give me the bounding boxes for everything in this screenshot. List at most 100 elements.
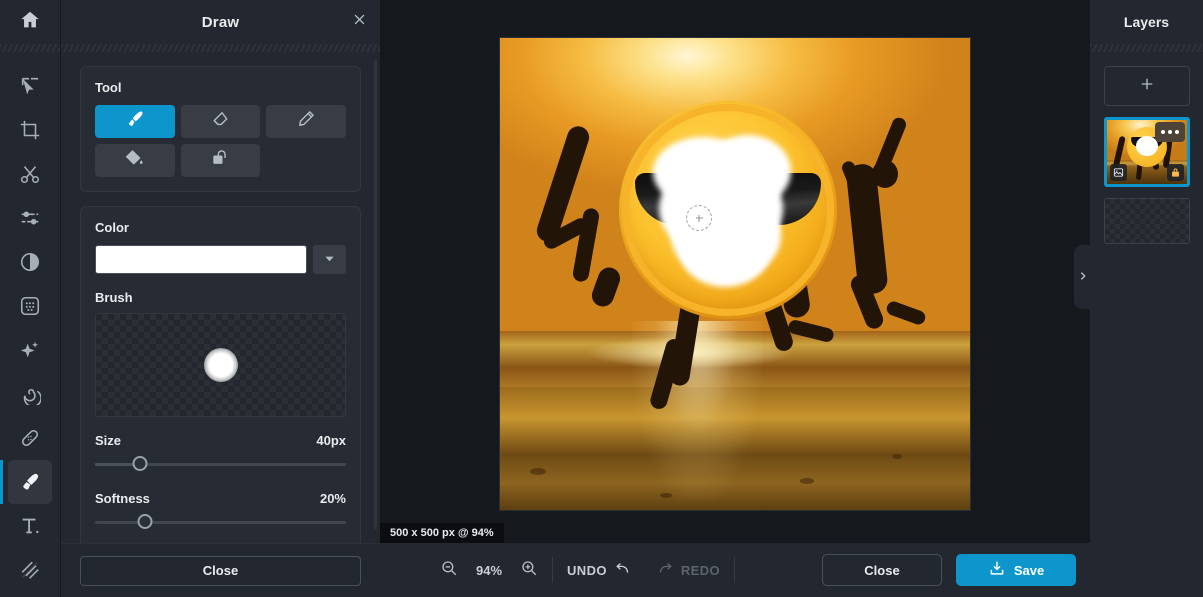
tool-pencil-button[interactable] — [266, 105, 346, 138]
sand-speck — [660, 493, 672, 498]
size-row: Size 40px — [95, 433, 346, 448]
sidebar-item-swirl[interactable] — [8, 372, 52, 416]
canvas-status-badge: 500 x 500 px @ 94% — [380, 523, 504, 543]
sparkle-icon — [19, 339, 41, 361]
brush-preview-dot — [203, 348, 238, 382]
panel-scrollbar[interactable] — [374, 60, 377, 530]
size-slider-thumb[interactable] — [132, 456, 148, 471]
sand-speck — [800, 478, 814, 484]
paint-stroke — [705, 135, 791, 207]
home-icon — [19, 9, 41, 36]
save-button[interactable]: Save — [956, 554, 1076, 586]
sidebar-item-effects[interactable] — [8, 328, 52, 372]
eraser-icon — [210, 109, 230, 134]
bandage-icon — [19, 427, 41, 449]
sidebar-item-heal[interactable] — [8, 416, 52, 460]
sliders-icon — [19, 207, 41, 229]
draw-panel-header: Draw — [61, 0, 380, 44]
softness-value: 20% — [319, 491, 346, 506]
layers-title: Layers — [1123, 14, 1170, 30]
close-icon — [352, 12, 367, 32]
sand-speck — [892, 454, 902, 459]
layers-panel: Layers — [1074, 0, 1203, 597]
sidebar-item-draw[interactable] — [0, 460, 52, 504]
color-brush-section: Color Brush Size 40px Softness 20% — [80, 206, 361, 543]
brush-cursor-icon — [686, 205, 712, 231]
panel-divider — [61, 44, 380, 52]
rail-divider — [0, 44, 60, 52]
more-dots-icon[interactable] — [1154, 122, 1185, 142]
image-canvas[interactable] — [500, 38, 970, 510]
sidebar-item-cut[interactable] — [8, 152, 52, 196]
chevron-down-icon — [324, 251, 335, 269]
panel-close-button[interactable]: Close — [80, 555, 361, 586]
sidebar-item-contrast[interactable] — [8, 240, 52, 284]
sidebar-item-pixelate[interactable] — [8, 284, 52, 328]
undo-button[interactable]: UNDO — [567, 560, 631, 580]
brush-icon — [19, 471, 41, 493]
layers-collapse-button[interactable] — [1074, 245, 1091, 309]
tool-shape-button[interactable] — [180, 144, 261, 177]
cancel-button[interactable]: Close — [822, 554, 942, 586]
sidebar-item-crop[interactable] — [8, 108, 52, 152]
stripes-icon — [19, 559, 41, 581]
pencil-icon — [296, 109, 316, 134]
color-row — [95, 245, 346, 274]
tool-eraser-button[interactable] — [180, 105, 261, 138]
softness-slider[interactable] — [95, 511, 346, 533]
image-editor-window: Draw Tool Color Brush Size 40px Softness… — [0, 0, 1203, 597]
spiral-icon — [19, 383, 41, 405]
list-item[interactable] — [1103, 117, 1190, 187]
plus-icon — [1138, 75, 1156, 98]
tool-brush-button[interactable] — [95, 105, 175, 138]
redo-button[interactable]: REDO — [657, 560, 720, 580]
color-dropdown-button[interactable] — [313, 245, 346, 274]
list-item[interactable] — [1103, 198, 1190, 244]
redo-arrow-icon — [657, 560, 674, 580]
sidebar-item-adjust[interactable] — [8, 196, 52, 240]
softness-slider-track — [95, 521, 346, 524]
layers-header: Layers — [1090, 0, 1203, 44]
undo-arrow-icon — [614, 560, 631, 580]
zoom-out-icon — [440, 559, 458, 582]
tool-grid-filler — [266, 144, 346, 177]
bottom-actions: Close Save — [822, 554, 1076, 586]
lasso-shape-icon — [210, 148, 230, 173]
history-controls: UNDO REDO — [567, 560, 720, 580]
chevron-right-icon — [1078, 268, 1088, 286]
paint-bucket-icon — [125, 148, 145, 173]
tool-grid — [95, 105, 346, 177]
canvas-area[interactable]: 500 x 500 px @ 94% — [380, 0, 1090, 543]
emoji-sticker[interactable] — [619, 101, 837, 319]
sidebar-item-select[interactable] — [8, 64, 52, 108]
tool-section: Tool — [80, 66, 361, 192]
zoom-out-button[interactable] — [440, 559, 458, 582]
editor-center: 500 x 500 px @ 94% 94% UNDO REDO Close S… — [380, 0, 1090, 597]
color-swatch[interactable] — [95, 245, 307, 274]
toolbar-divider — [734, 557, 736, 583]
softness-row: Softness 20% — [95, 491, 346, 506]
tool-fill-button[interactable] — [95, 144, 175, 177]
crop-icon — [19, 119, 41, 141]
save-label: Save — [1013, 562, 1045, 578]
softness-slider-thumb[interactable] — [137, 514, 153, 529]
zoom-in-button[interactable] — [520, 559, 538, 582]
sidebar-item-text[interactable] — [8, 504, 52, 548]
cursor-select-icon — [19, 75, 41, 97]
lock-icon[interactable] — [1166, 164, 1184, 181]
color-section-label: Color — [95, 220, 129, 235]
softness-label: Softness — [95, 491, 150, 506]
pixelate-icon — [19, 295, 41, 317]
zoom-level: 94% — [475, 562, 503, 578]
scissors-icon — [19, 163, 41, 185]
tool-section-label: Tool — [95, 80, 122, 95]
zoom-controls: 94% — [440, 559, 538, 582]
sidebar-item-texture[interactable] — [8, 548, 52, 592]
layers-divider — [1090, 44, 1203, 52]
text-icon — [19, 515, 41, 537]
toolbar-divider — [552, 557, 553, 583]
home-button[interactable] — [0, 0, 60, 44]
close-panel-button[interactable] — [348, 11, 370, 33]
size-slider[interactable] — [95, 453, 346, 475]
add-layer-button[interactable] — [1103, 66, 1190, 106]
